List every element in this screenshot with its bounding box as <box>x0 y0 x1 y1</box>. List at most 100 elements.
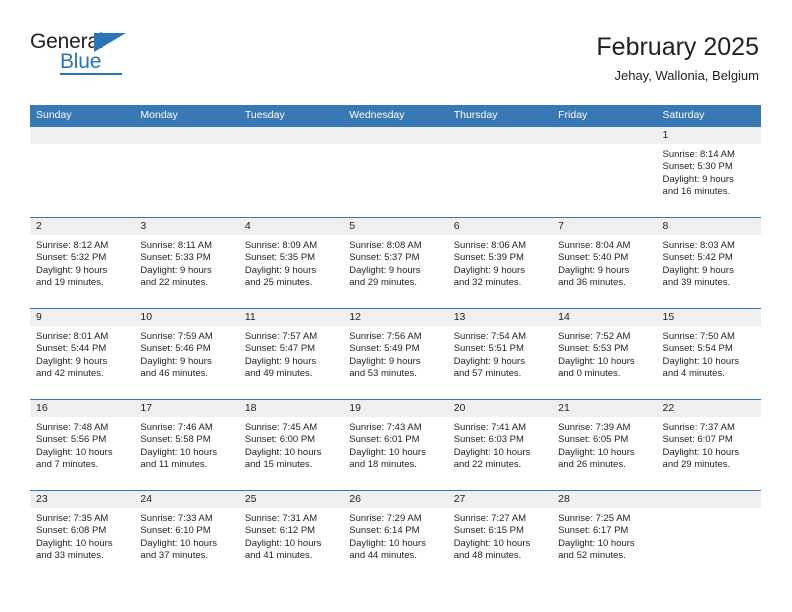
day-cell-inner: 14 Sunrise: 7:52 AM Sunset: 5:53 PM Dayligh… <box>552 309 657 399</box>
calendar-day-cell[interactable]: 20 Sunrise: 7:41 AM Sunset: 6:03 PM Dayligh… <box>447 399 553 491</box>
weekday-header-monday: Monday <box>134 105 239 127</box>
calendar-day-cell[interactable]: 27 Sunrise: 7:27 AM Sunset: 6:15 PM Dayligh… <box>447 490 553 581</box>
sunrise-time: Sunrise: 7:25 AM <box>558 513 631 524</box>
sunset-time: Sunset: 5:35 PM <box>244 252 316 264</box>
day-details: Sunrise: 8:04 AM Sunset: 5:40 PM Daylight:… <box>552 235 656 290</box>
weekday-header-friday: Friday <box>552 105 657 127</box>
general-blue-logo[interactable]: General Blue <box>30 31 138 77</box>
daylight-duration-line1: Daylight: 9 hours <box>349 355 421 367</box>
calendar-day-cell[interactable]: 25 Sunrise: 7:31 AM Sunset: 6:12 PM Dayligh… <box>238 490 344 581</box>
calendar-day-cell[interactable]: 10 Sunrise: 7:59 AM Sunset: 5:46 PM Dayligh… <box>134 308 239 400</box>
calendar-day-cell[interactable]: 23 Sunrise: 7:35 AM Sunset: 6:08 PM Dayligh… <box>30 490 135 581</box>
daylight-duration-line1: Daylight: 9 hours <box>36 355 108 367</box>
day-number <box>134 127 239 144</box>
sunrise-time: Sunrise: 7:33 AM <box>140 513 213 524</box>
day-number <box>552 127 657 144</box>
daylight-duration-line1: Daylight: 10 hours <box>453 537 531 549</box>
daylight-duration-line2: and 25 minutes. <box>244 277 313 289</box>
daylight-duration-line1: Daylight: 10 hours <box>349 537 426 549</box>
daylight-duration-line1: Daylight: 10 hours <box>140 537 217 549</box>
day-number: 25 <box>238 491 344 508</box>
calendar-day-cell[interactable]: 19 Sunrise: 7:43 AM Sunset: 6:01 PM Dayligh… <box>343 399 448 491</box>
calendar-day-cell[interactable]: 1 Sunrise: 8:14 AM Sunset: 5:30 PM Daylight… <box>656 126 761 218</box>
calendar-day-cell[interactable]: 2 Sunrise: 8:12 AM Sunset: 5:32 PM Daylight… <box>30 217 135 309</box>
day-details: Sunrise: 7:41 AM Sunset: 6:03 PM Daylight:… <box>448 417 552 472</box>
day-number: 9 <box>30 309 135 326</box>
day-details: Sunrise: 7:45 AM Sunset: 6:00 PM Daylight:… <box>239 417 343 472</box>
daylight-duration-line2: and 52 minutes. <box>558 550 626 562</box>
day-cell-inner <box>343 127 448 217</box>
day-number: 18 <box>238 400 344 417</box>
weekday-header-wednesday: Wednesday <box>343 105 448 127</box>
daylight-duration-line1: Daylight: 9 hours <box>662 264 734 276</box>
day-cell-inner: 9 Sunrise: 8:01 AM Sunset: 5:44 PM Daylight… <box>30 309 135 399</box>
calendar-day-cell[interactable]: 6 Sunrise: 8:06 AM Sunset: 5:39 PM Daylight… <box>447 217 553 309</box>
calendar-day-cell[interactable]: 11 Sunrise: 7:57 AM Sunset: 5:47 PM Dayligh… <box>238 308 344 400</box>
sunrise-time: Sunrise: 7:50 AM <box>662 331 735 342</box>
daylight-duration-line2: and 33 minutes. <box>36 550 104 562</box>
calendar-day-cell[interactable]: 5 Sunrise: 8:08 AM Sunset: 5:37 PM Daylight… <box>343 217 448 309</box>
day-number: 7 <box>552 218 657 235</box>
day-cell-inner: 12 Sunrise: 7:56 AM Sunset: 5:49 PM Dayligh… <box>343 309 448 399</box>
sunrise-time: Sunrise: 7:56 AM <box>349 331 422 342</box>
day-cell-inner <box>238 127 344 217</box>
daylight-duration-line2: and 22 minutes. <box>140 277 209 289</box>
daylight-duration-line2: and 42 minutes. <box>36 368 104 380</box>
calendar-page: General Blue February 2025 Jehay, Wallon… <box>0 0 792 612</box>
calendar-day-cell-empty <box>343 126 448 218</box>
calendar-day-cell[interactable]: 7 Sunrise: 8:04 AM Sunset: 5:40 PM Daylight… <box>552 217 657 309</box>
day-cell-inner <box>447 127 553 217</box>
calendar-day-cell[interactable]: 16 Sunrise: 7:48 AM Sunset: 5:56 PM Dayligh… <box>30 399 135 491</box>
calendar-day-cell[interactable]: 28 Sunrise: 7:25 AM Sunset: 6:17 PM Dayligh… <box>552 490 657 581</box>
day-cell-inner: 4 Sunrise: 8:09 AM Sunset: 5:35 PM Daylight… <box>238 218 344 308</box>
calendar-day-cell[interactable]: 3 Sunrise: 8:11 AM Sunset: 5:33 PM Daylight… <box>134 217 239 309</box>
day-number: 21 <box>552 400 657 417</box>
daylight-duration-line2: and 39 minutes. <box>662 277 731 289</box>
calendar-day-cell-empty <box>238 126 344 218</box>
day-cell-inner <box>656 491 761 581</box>
day-details <box>448 144 552 149</box>
daylight-duration-line1: Daylight: 9 hours <box>244 264 317 276</box>
day-cell-inner: 28 Sunrise: 7:25 AM Sunset: 6:17 PM Dayligh… <box>552 491 657 581</box>
calendar-day-cell[interactable]: 21 Sunrise: 7:39 AM Sunset: 6:05 PM Dayligh… <box>552 399 657 491</box>
calendar-day-cell[interactable]: 17 Sunrise: 7:46 AM Sunset: 5:58 PM Dayligh… <box>134 399 239 491</box>
day-number: 26 <box>343 491 448 508</box>
daylight-duration-line1: Daylight: 9 hours <box>453 355 525 367</box>
calendar-day-cell[interactable]: 12 Sunrise: 7:56 AM Sunset: 5:49 PM Dayligh… <box>343 308 448 400</box>
day-number <box>343 127 448 144</box>
sunset-time: Sunset: 5:47 PM <box>244 343 316 355</box>
sunset-time: Sunset: 6:08 PM <box>36 525 107 537</box>
day-cell-inner: 1 Sunrise: 8:14 AM Sunset: 5:30 PM Daylight… <box>656 127 761 217</box>
daylight-duration-line1: Daylight: 9 hours <box>453 264 525 276</box>
sunset-time: Sunset: 5:58 PM <box>140 434 211 446</box>
calendar-day-cell[interactable]: 18 Sunrise: 7:45 AM Sunset: 6:00 PM Dayligh… <box>238 399 344 491</box>
calendar-day-cell[interactable]: 9 Sunrise: 8:01 AM Sunset: 5:44 PM Daylight… <box>30 308 135 400</box>
calendar-day-cell[interactable]: 8 Sunrise: 8:03 AM Sunset: 5:42 PM Daylight… <box>656 217 761 309</box>
calendar-day-cell[interactable]: 22 Sunrise: 7:37 AM Sunset: 6:07 PM Dayligh… <box>656 399 761 491</box>
title-block: February 2025 Jehay, Wallonia, Belgium <box>596 31 759 87</box>
calendar-day-cell[interactable]: 4 Sunrise: 8:09 AM Sunset: 5:35 PM Daylight… <box>238 217 344 309</box>
calendar-header-row: Sunday Monday Tuesday Wednesday Thursday… <box>30 105 761 127</box>
day-details: Sunrise: 7:59 AM Sunset: 5:46 PM Daylight:… <box>134 326 238 381</box>
day-number: 17 <box>134 400 239 417</box>
day-number: 23 <box>30 491 135 508</box>
day-number: 14 <box>552 309 657 326</box>
calendar-week-row: 23 Sunrise: 7:35 AM Sunset: 6:08 PM Dayligh… <box>30 490 761 581</box>
daylight-duration-line1: Daylight: 9 hours <box>140 355 212 367</box>
daylight-duration-line1: Daylight: 9 hours <box>558 264 630 276</box>
sunset-time: Sunset: 5:44 PM <box>36 343 107 355</box>
sunrise-time: Sunrise: 8:01 AM <box>36 331 109 342</box>
daylight-duration-line2: and 41 minutes. <box>244 550 313 562</box>
logo-text-blue: Blue <box>60 50 102 73</box>
daylight-duration-line1: Daylight: 9 hours <box>36 264 108 276</box>
calendar-day-cell[interactable]: 14 Sunrise: 7:52 AM Sunset: 5:53 PM Dayligh… <box>552 308 657 400</box>
daylight-duration-line1: Daylight: 10 hours <box>662 355 740 367</box>
sunrise-time: Sunrise: 7:41 AM <box>453 422 527 433</box>
calendar-day-cell[interactable]: 24 Sunrise: 7:33 AM Sunset: 6:10 PM Dayligh… <box>134 490 239 581</box>
day-details: Sunrise: 7:31 AM Sunset: 6:12 PM Daylight:… <box>239 508 343 563</box>
daylight-duration-line2: and 37 minutes. <box>140 550 209 562</box>
calendar-day-cell[interactable]: 15 Sunrise: 7:50 AM Sunset: 5:54 PM Dayligh… <box>656 308 761 400</box>
calendar-week-row: 1 Sunrise: 8:14 AM Sunset: 5:30 PM Daylight… <box>30 126 761 218</box>
calendar-day-cell[interactable]: 26 Sunrise: 7:29 AM Sunset: 6:14 PM Dayligh… <box>343 490 448 581</box>
calendar-day-cell[interactable]: 13 Sunrise: 7:54 AM Sunset: 5:51 PM Dayligh… <box>447 308 553 400</box>
